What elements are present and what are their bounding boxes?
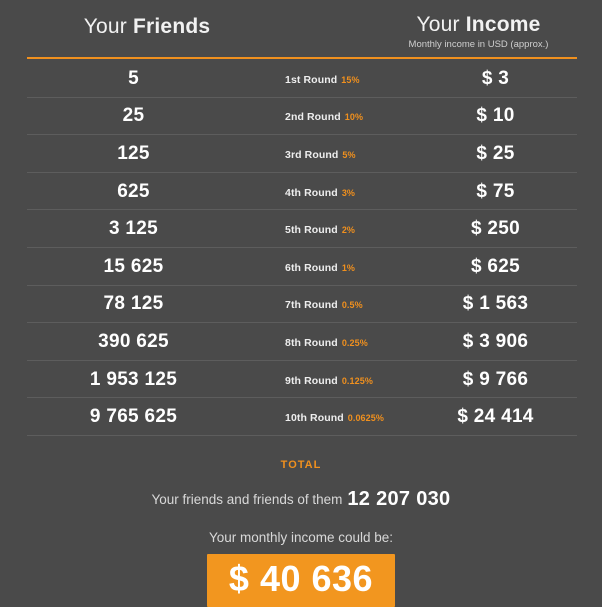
- round-cell: 5th Round 2%: [267, 220, 397, 238]
- total-friends-caption: Your friends and friends of them: [151, 492, 343, 507]
- round-label: 6th Round: [285, 261, 338, 274]
- header-income-subtitle: Monthly income in USD (approx.): [408, 39, 549, 50]
- round-percent: 15%: [341, 74, 360, 85]
- round-percent: 0.0625%: [347, 413, 384, 424]
- friends-count: 9 765 625: [89, 406, 178, 428]
- round-label: 7th Round: [285, 299, 338, 312]
- total-income-caption: Your monthly income could be:: [208, 530, 394, 545]
- income-amount: $ 250: [470, 218, 521, 240]
- table-row: 625 4th Round 3% $ 75: [0, 173, 602, 211]
- round-cell: 7th Round 0.5%: [267, 295, 397, 313]
- round-cell: 1st Round 15%: [267, 70, 397, 88]
- round-percent: 1%: [341, 262, 356, 273]
- income-amount: $ 75: [476, 180, 515, 202]
- row-separator: [27, 434, 577, 436]
- total-income-value: $ 40 636: [206, 554, 396, 607]
- round-cell: 6th Round 1%: [267, 258, 397, 276]
- totals-section: TOTAL Your friends and friends of them 12…: [0, 437, 602, 607]
- income-amount: $ 1 563: [462, 293, 529, 315]
- round-label: 5th Round: [285, 224, 338, 237]
- header-income-light: Your: [416, 13, 466, 36]
- round-label: 2nd Round: [285, 111, 341, 124]
- table-row: 3 125 5th Round 2% $ 250: [0, 210, 602, 248]
- round-cell: 4th Round 3%: [267, 183, 397, 201]
- table-row: 1 953 125 9th Round 0.125% $ 9 766: [0, 361, 602, 399]
- table-row: 390 625 8th Round 0.25% $ 3 906: [0, 323, 602, 361]
- round-percent: 0.125%: [341, 375, 373, 386]
- header-friends: Your Friends: [27, 14, 267, 39]
- round-percent: 2%: [341, 225, 356, 236]
- referral-income-table: Your Friends Your Income Monthly income …: [0, 0, 602, 607]
- round-label: 3rd Round: [285, 148, 339, 161]
- table-header: Your Friends Your Income Monthly income …: [0, 0, 602, 60]
- table-row: 15 625 6th Round 1% $ 625: [0, 248, 602, 286]
- round-label: 8th Round: [285, 336, 338, 349]
- round-label: 9th Round: [285, 374, 338, 387]
- friends-count: 390 625: [98, 330, 169, 352]
- round-cell: 8th Round 0.25%: [267, 333, 397, 351]
- friends-count: 625: [117, 180, 150, 202]
- header-income-title: Your Income: [380, 12, 577, 37]
- round-label: 1st Round: [285, 73, 338, 86]
- round-percent: 5%: [342, 149, 356, 160]
- header-income-bold: Income: [465, 13, 541, 36]
- header-friends-light: Your: [83, 15, 133, 38]
- round-percent: 0.25%: [341, 337, 368, 348]
- income-amount: $ 24 414: [457, 406, 534, 428]
- income-amount: $ 25: [476, 142, 515, 164]
- round-label: 4th Round: [285, 186, 338, 199]
- total-label: TOTAL: [280, 459, 322, 471]
- table-row: 25 2nd Round 10% $ 10: [0, 98, 602, 136]
- income-amount: $ 10: [476, 105, 515, 127]
- table-row: 9 765 625 10th Round 0.0625% $ 24 414: [0, 398, 602, 436]
- round-cell: 3rd Round 5%: [267, 145, 397, 163]
- round-percent: 10%: [344, 112, 364, 123]
- header-friends-bold: Friends: [133, 15, 211, 38]
- friends-count: 25: [122, 105, 145, 127]
- friends-count: 1 953 125: [89, 368, 178, 390]
- rounds-table: 5 1st Round 15% $ 3 25 2nd Round 10% $ 10 …: [0, 60, 602, 436]
- table-row: 5 1st Round 15% $ 3: [0, 60, 602, 98]
- round-percent: 0.5%: [341, 300, 363, 311]
- total-friends-value: 12 207 030: [347, 488, 451, 510]
- income-amount: $ 3 906: [462, 330, 529, 352]
- table-row: 125 3rd Round 5% $ 25: [0, 135, 602, 173]
- table-row: 78 125 7th Round 0.5% $ 1 563: [0, 286, 602, 324]
- round-cell: 9th Round 0.125%: [267, 371, 397, 389]
- income-amount: $ 625: [470, 255, 521, 277]
- friends-count: 5: [128, 67, 139, 89]
- round-percent: 3%: [341, 187, 356, 198]
- round-label: 10th Round: [285, 412, 344, 425]
- total-friends-line: Your friends and friends of them 12 207 0…: [0, 488, 602, 511]
- header-income: Your Income Monthly income in USD (appro…: [380, 12, 577, 51]
- friends-count: 78 125: [103, 293, 164, 315]
- round-cell: 2nd Round 10%: [267, 107, 397, 125]
- accent-divider: [27, 57, 577, 59]
- income-amount: $ 9 766: [462, 368, 529, 390]
- income-amount: $ 3: [481, 67, 510, 89]
- friends-count: 125: [117, 142, 150, 164]
- round-cell: 10th Round 0.0625%: [267, 408, 397, 426]
- friends-count: 3 125: [108, 218, 159, 240]
- friends-count: 15 625: [103, 255, 164, 277]
